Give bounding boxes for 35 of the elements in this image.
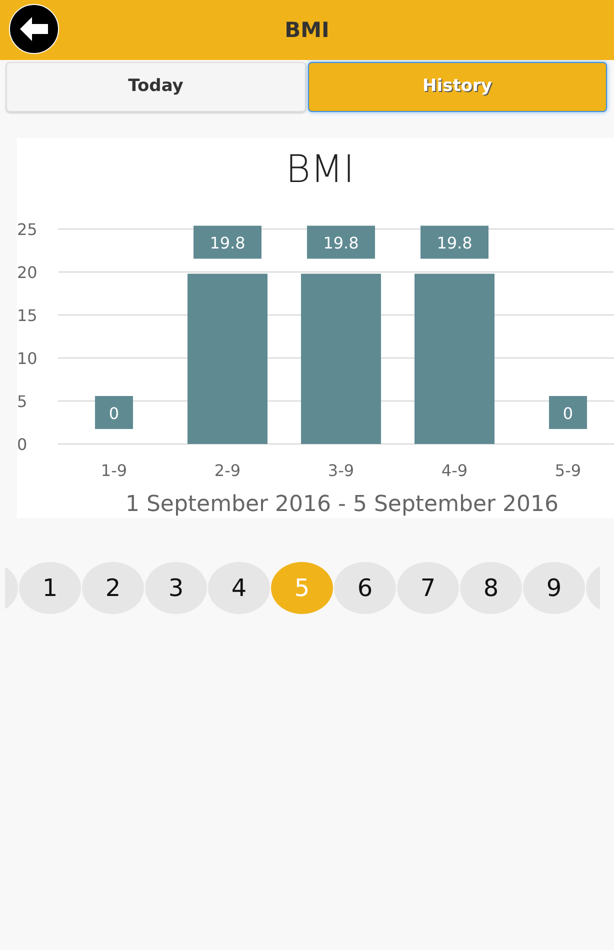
back-button[interactable] [9,4,59,54]
data-label: 0 [562,404,574,423]
tab[interactable]: Today [6,62,306,112]
page-button[interactable]: 2 [82,562,144,614]
y-tick-label: 0 [17,435,28,454]
y-tick-label: 10 [17,349,38,368]
back-arrow-icon [18,15,50,43]
data-label: 19.8 [307,226,375,259]
chart-title: BMI [286,147,354,191]
page-button[interactable]: 7 [397,562,459,614]
y-tick-label: 15 [17,306,38,325]
data-label: 19.8 [436,234,472,253]
data-label: 19.8 [323,234,359,253]
page-button[interactable]: 9 [523,562,585,614]
page-button[interactable]: 6 [334,562,396,614]
page-button[interactable]: 8 [460,562,522,614]
data-label: 0 [95,396,133,429]
x-tick-label: 3-9 [328,461,354,480]
data-label: 19.8 [420,226,488,259]
x-tick-label: 1-9 [100,461,128,480]
page-button[interactable]: 3 [145,562,207,614]
data-label: 0 [108,404,120,423]
page-button[interactable]: 1 [19,562,81,614]
data-label: 0 [549,396,587,429]
data-label: 19.8 [194,226,262,259]
y-tick-label: 5 [17,392,28,411]
x-tick-label: 4-9 [441,461,468,480]
data-label: 19.8 [210,234,246,253]
page-button[interactable]: 4 [208,562,270,614]
x-tick-label: 5-9 [554,461,582,480]
page-title: BMI [284,18,330,42]
x-tick-label: 2-9 [214,461,241,480]
y-tick-label: 20 [17,263,38,282]
x-axis-title: 1 September 2016 - 5 September 2016 [125,492,559,517]
y-tick-label: 25 [17,220,38,239]
